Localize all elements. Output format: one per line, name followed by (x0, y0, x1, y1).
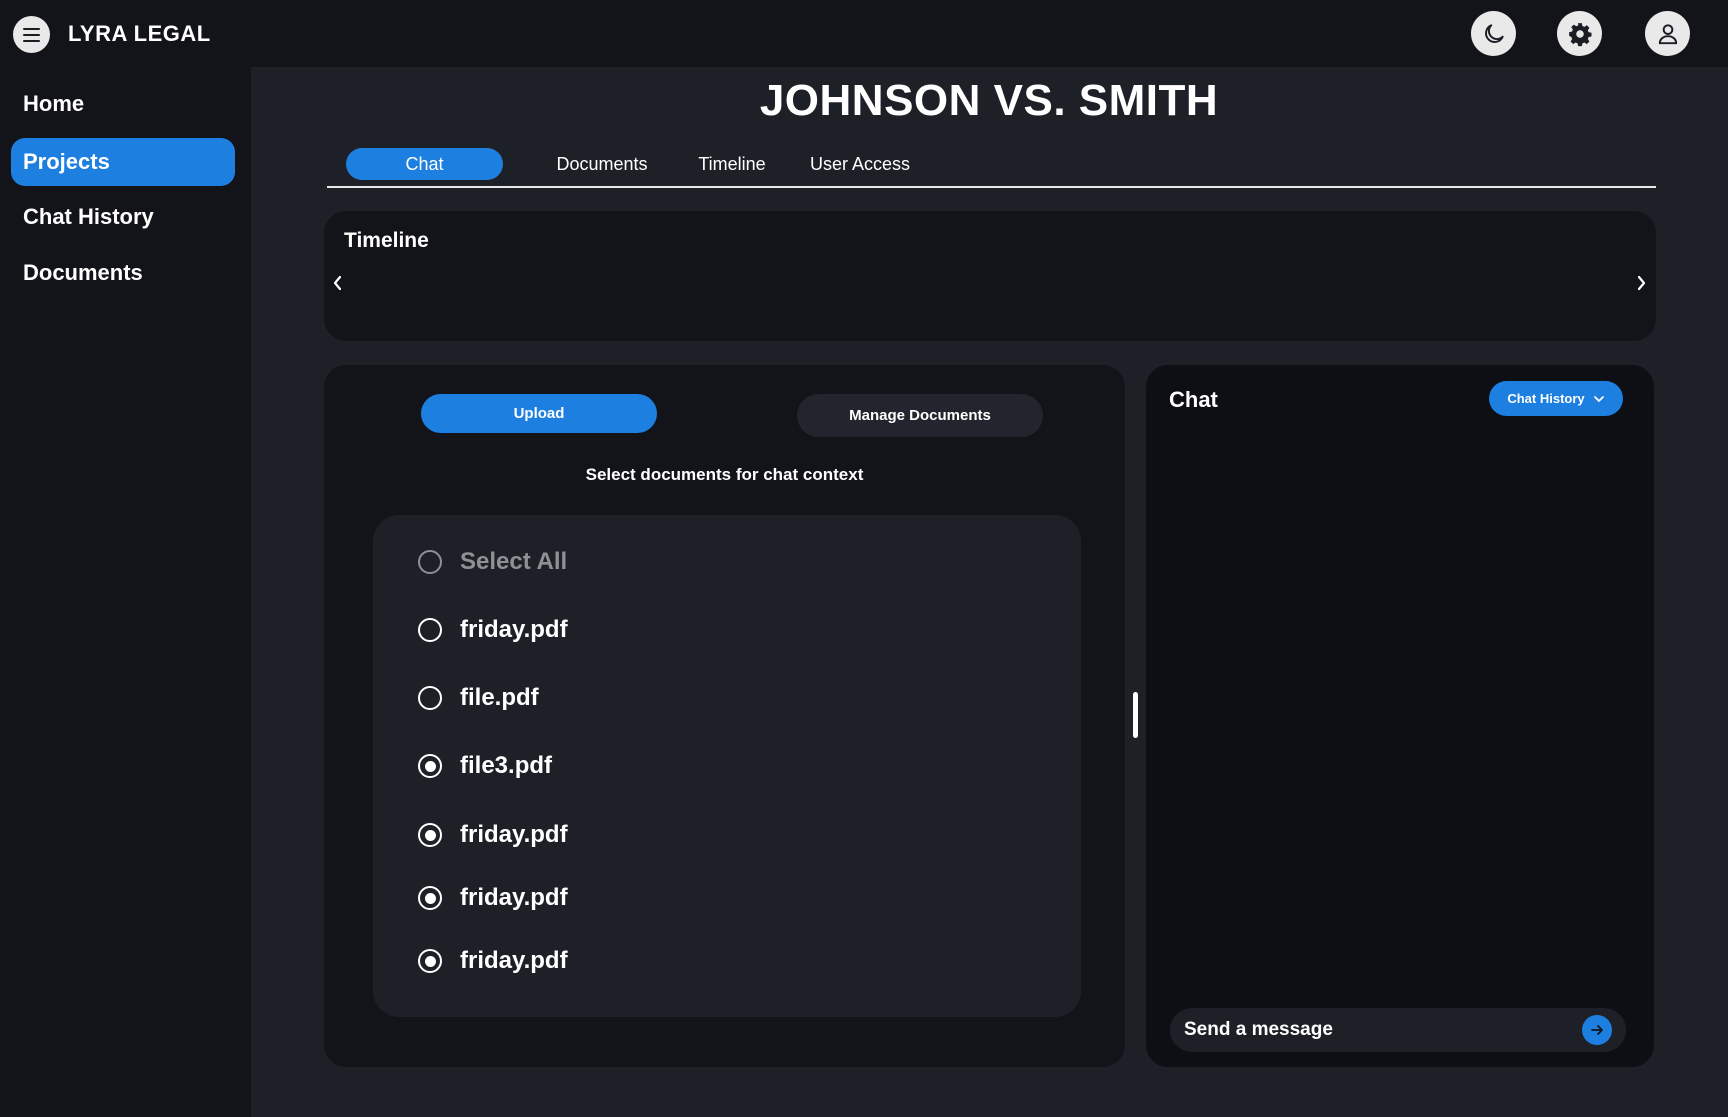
file-name: file3.pdf (460, 752, 553, 779)
radio-checked-icon[interactable] (418, 823, 442, 847)
radio-checked-icon[interactable] (418, 754, 442, 778)
upload-button[interactable]: Upload (421, 394, 657, 433)
list-item[interactable]: friday.pdf (418, 817, 568, 853)
list-item[interactable]: file.pdf (418, 680, 539, 716)
list-item[interactable]: friday.pdf (418, 880, 568, 916)
tab-bar: Chat Documents Timeline User Access (327, 146, 1656, 188)
sidebar-item-home[interactable]: Home (11, 80, 235, 128)
page-title: JOHNSON VS. SMITH (759, 76, 1219, 125)
file-name: friday.pdf (460, 821, 568, 848)
tab-user-access[interactable]: User Access (799, 148, 921, 180)
chat-title: Chat (1169, 387, 1218, 412)
chat-history-label: Chat History (1507, 391, 1585, 406)
app-brand: LYRA LEGAL (68, 21, 211, 46)
sidebar: Home Projects Chat History Documents (0, 67, 251, 1117)
chevron-right-icon[interactable] (1631, 273, 1651, 293)
chat-history-dropdown[interactable]: Chat History (1489, 381, 1623, 416)
sidebar-item-projects[interactable]: Projects (11, 138, 235, 186)
chevron-down-icon (1593, 395, 1604, 402)
file-name: friday.pdf (460, 616, 568, 643)
gear-icon[interactable] (1557, 11, 1602, 56)
chevron-left-icon[interactable] (328, 273, 348, 293)
tab-chat[interactable]: Chat (346, 148, 503, 180)
moon-icon[interactable] (1471, 11, 1516, 56)
documents-panel: Upload Manage Documents Select documents… (324, 365, 1125, 1067)
select-all-label: Select All (460, 548, 568, 575)
panel-resize-handle[interactable] (1133, 692, 1138, 738)
document-list: Select All friday.pdf file.pdf file3.pdf… (373, 515, 1081, 1017)
select-all-option[interactable]: Select All (418, 544, 567, 580)
top-bar: LYRA LEGAL (0, 0, 1728, 67)
file-name: friday.pdf (460, 884, 568, 911)
sidebar-item-documents[interactable]: Documents (11, 249, 235, 297)
file-name: friday.pdf (460, 947, 568, 974)
send-arrow-icon[interactable] (1582, 1015, 1612, 1045)
list-item[interactable]: friday.pdf (418, 612, 568, 648)
list-item[interactable]: friday.pdf (418, 943, 568, 979)
chat-panel: Chat Chat History (1146, 365, 1654, 1067)
sidebar-item-chat-history[interactable]: Chat History (11, 193, 235, 241)
hamburger-menu-icon[interactable] (13, 16, 50, 53)
timeline-title: Timeline (344, 229, 429, 252)
manage-documents-button[interactable]: Manage Documents (797, 394, 1043, 437)
select-documents-hint: Select documents for chat context (585, 465, 864, 484)
tab-documents[interactable]: Documents (537, 148, 667, 180)
list-item[interactable]: file3.pdf (418, 748, 552, 784)
message-composer (1170, 1008, 1626, 1052)
message-input[interactable] (1184, 1008, 1564, 1052)
radio-unchecked-icon[interactable] (418, 550, 442, 574)
radio-unchecked-icon[interactable] (418, 618, 442, 642)
radio-checked-icon[interactable] (418, 949, 442, 973)
tab-timeline[interactable]: Timeline (687, 148, 777, 180)
file-name: file.pdf (460, 684, 539, 711)
user-icon[interactable] (1645, 11, 1690, 56)
radio-unchecked-icon[interactable] (418, 686, 442, 710)
radio-checked-icon[interactable] (418, 886, 442, 910)
timeline-card: Timeline (324, 211, 1656, 341)
